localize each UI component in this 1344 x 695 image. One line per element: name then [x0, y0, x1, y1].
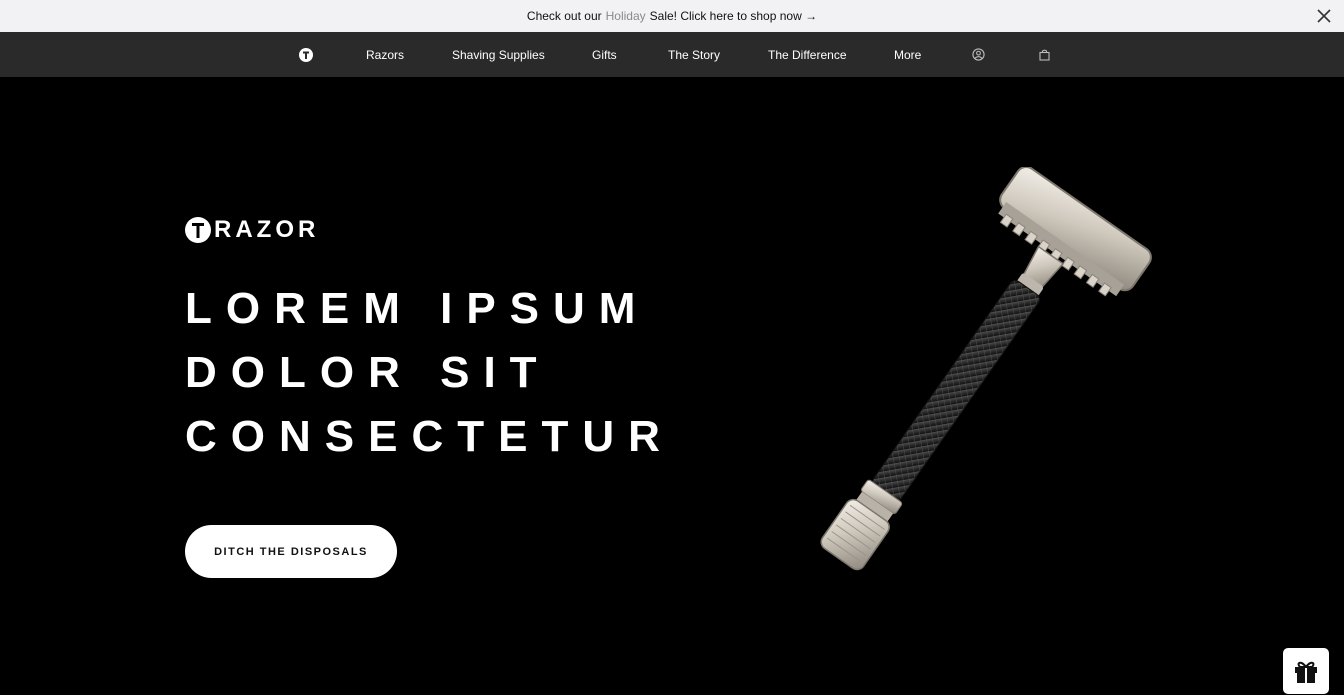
announcement-bar: Check out our Holiday Sale! Click here t…	[0, 0, 1344, 32]
nav-item-shaving-supplies[interactable]: Shaving Supplies	[452, 32, 545, 77]
logo-icon	[299, 47, 313, 62]
nav-item-the-story[interactable]: The Story	[668, 32, 720, 77]
main-nav: Razors Shaving Supplies Gifts The Story …	[0, 32, 1344, 77]
nav-item-the-difference[interactable]: The Difference	[768, 32, 847, 77]
cta-button[interactable]: DITCH THE DISPOSALS	[185, 525, 397, 578]
nav-item-gifts[interactable]: Gifts	[592, 32, 617, 77]
home-logo-link[interactable]	[299, 32, 313, 77]
razor-product-image	[820, 167, 1152, 571]
brand-wordmark: RAZOR	[214, 216, 320, 243]
cart-icon[interactable]	[1039, 32, 1050, 77]
brand-logo: RAZOR	[185, 216, 319, 244]
headline-line-2: DOLOR SIT	[185, 348, 551, 397]
hero-section: RAZOR LOREM IPSUM DOLOR SIT CONSECTETUR …	[0, 77, 1344, 695]
announcement-link[interactable]: Check out our Holiday Sale! Click here t…	[527, 9, 817, 23]
headline-line-3: CONSECTETUR	[185, 412, 674, 461]
hero-headline: LOREM IPSUM DOLOR SIT CONSECTETUR	[185, 277, 674, 469]
gift-icon[interactable]	[1282, 647, 1330, 695]
account-icon[interactable]	[972, 32, 985, 77]
announcement-suffix: Sale! Click here to shop now →	[649, 9, 818, 23]
nav-item-razors[interactable]: Razors	[366, 32, 404, 77]
announcement-highlight: Holiday	[605, 9, 646, 23]
brand-mark-icon	[185, 217, 211, 243]
headline-line-1: LOREM IPSUM	[185, 284, 650, 333]
nav-item-more[interactable]: More	[894, 32, 921, 77]
close-icon[interactable]	[1316, 8, 1332, 24]
announcement-prefix: Check out our	[526, 9, 602, 23]
